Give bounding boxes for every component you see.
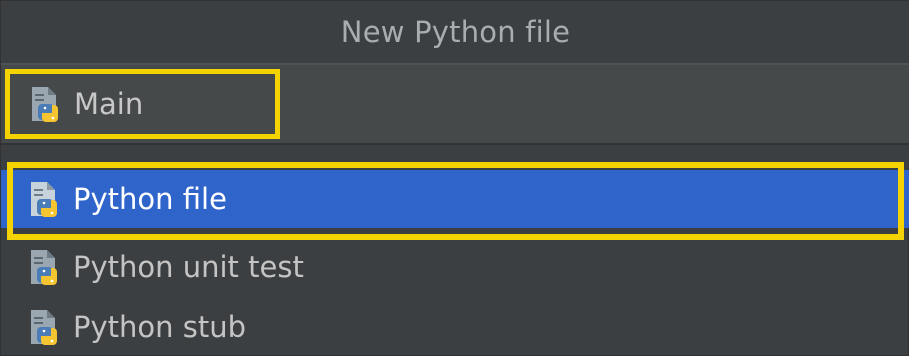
python-file-icon [32,87,58,122]
list-item-python-file[interactable]: Python file [1,170,909,228]
section-divider [1,143,909,167]
new-python-file-dialog: New Python file Main Python file Python … [0,0,909,356]
dialog-title: New Python file [1,1,909,63]
file-name-field[interactable]: Main [5,69,280,139]
list-item-python-stub[interactable]: Python stub [1,298,909,356]
list-item-label: Python file [73,182,227,216]
file-name-value: Main [74,87,144,121]
python-file-icon [31,250,57,285]
list-item-label: Python unit test [73,250,304,284]
python-file-icon [31,310,57,345]
list-item-label: Python stub [73,310,247,344]
python-file-icon [31,182,57,217]
list-item-python-unit-test[interactable]: Python unit test [1,238,909,296]
